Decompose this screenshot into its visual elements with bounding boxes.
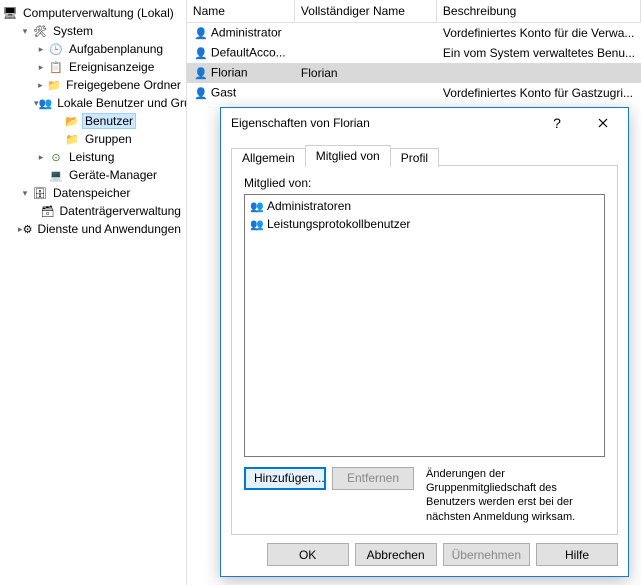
tab-profile[interactable]: Profil	[390, 148, 439, 167]
cell-full	[295, 92, 437, 94]
tree-label: Dienste und Anwendungen	[34, 221, 183, 237]
column-header-fullname[interactable]: Vollständiger Name	[295, 0, 437, 22]
tab-general[interactable]: Allgemein	[231, 148, 306, 167]
tree-local-users-groups[interactable]: ▾ Lokale Benutzer und Gruppen	[2, 94, 184, 112]
tree-services-apps[interactable]: ▸ Dienste und Anwendungen	[2, 220, 184, 238]
dialog-titlebar[interactable]: Eigenschaften von Florian ?	[221, 108, 628, 138]
cell-name: DefaultAcco...	[211, 46, 286, 60]
users-icon	[39, 95, 53, 111]
member-item[interactable]: Administratoren	[247, 197, 602, 215]
apply-button[interactable]: Übernehmen	[443, 543, 530, 566]
tree-label: Leistung	[66, 149, 117, 165]
tree-storage[interactable]: ▾ Datenspeicher	[2, 184, 184, 202]
member-name: Leistungsprotokollbenutzer	[267, 217, 410, 231]
tree-label: Ereignisanzeige	[66, 59, 157, 75]
list-row[interactable]: DefaultAcco... Ein vom System verwaltete…	[187, 43, 641, 63]
membership-note: Änderungen der Gruppenmitgliedschaft des…	[420, 467, 605, 524]
cell-full: Florian	[295, 65, 437, 81]
tab-member-of[interactable]: Mitglied von	[305, 145, 391, 166]
user-icon	[193, 85, 209, 101]
tree-label: Freigegebene Ordner	[63, 77, 184, 93]
cell-name: Administrator	[211, 26, 282, 40]
event-icon	[48, 59, 64, 75]
remove-button[interactable]: Entfernen	[332, 467, 414, 490]
tree-label: Computerverwaltung (Lokal)	[20, 5, 177, 21]
list-row[interactable]: Administrator Vordefiniertes Konto für d…	[187, 23, 641, 43]
cell-full	[295, 52, 437, 54]
shared-folder-icon	[47, 77, 61, 93]
collapse-icon[interactable]: ▾	[18, 188, 32, 199]
cell-desc: Vordefiniertes Konto für Gastzugri...	[437, 85, 641, 101]
list-header: Name Vollständiger Name Beschreibung	[187, 0, 641, 23]
cell-desc: Vordefiniertes Konto für die Verwa...	[437, 25, 641, 41]
cell-full	[295, 32, 437, 34]
cell-name: Florian	[211, 66, 248, 80]
properties-dialog: Eigenschaften von Florian ? Allgemein Mi…	[220, 107, 629, 577]
user-icon	[193, 65, 209, 81]
folder-icon	[64, 131, 80, 147]
dialog-tabs: Allgemein Mitglied von Profil	[231, 144, 618, 165]
tree-label: System	[50, 23, 96, 39]
dialog-title-text: Eigenschaften von Florian	[231, 116, 534, 130]
tree-label: Lokale Benutzer und Gruppen	[54, 95, 187, 111]
tree-label: Benutzer	[82, 113, 136, 129]
expand-icon[interactable]: ▸	[34, 62, 48, 73]
tree-label: Aufgabenplanung	[66, 41, 166, 57]
help-button[interactable]: ?	[534, 108, 580, 138]
group-icon	[249, 216, 265, 232]
list-row[interactable]: Gast Vordefiniertes Konto für Gastzugri.…	[187, 83, 641, 103]
folder-open-icon	[64, 113, 80, 129]
tools-icon	[32, 23, 48, 39]
ok-button[interactable]: OK	[267, 543, 349, 566]
disk-icon	[41, 203, 55, 219]
tree-label: Geräte-Manager	[66, 167, 160, 183]
tree-groups[interactable]: Gruppen	[2, 130, 184, 148]
navigation-tree: Computerverwaltung (Lokal) ▾ System ▸ Au…	[0, 0, 187, 585]
cell-name: Gast	[211, 86, 236, 100]
tree-users[interactable]: Benutzer	[2, 112, 184, 130]
cancel-button[interactable]: Abbrechen	[355, 543, 437, 566]
performance-icon	[48, 149, 64, 165]
tree-label: Gruppen	[82, 131, 135, 147]
tree-disk-management[interactable]: Datenträgerverwaltung	[2, 202, 184, 220]
tree-root[interactable]: Computerverwaltung (Lokal)	[2, 4, 184, 22]
help-button-footer[interactable]: Hilfe	[536, 543, 618, 566]
expand-icon[interactable]: ▸	[34, 44, 48, 55]
tree-label: Datenspeicher	[50, 185, 133, 201]
user-icon	[193, 45, 209, 61]
user-icon	[193, 25, 209, 41]
storage-icon	[32, 185, 48, 201]
tree-system[interactable]: ▾ System	[2, 22, 184, 40]
column-header-name[interactable]: Name	[187, 0, 295, 22]
services-icon	[23, 221, 33, 237]
list-row[interactable]: Florian Florian	[187, 63, 641, 83]
expand-icon[interactable]: ▸	[34, 152, 48, 163]
cell-desc: Ein vom System verwaltetes Benu...	[437, 45, 641, 61]
member-name: Administratoren	[267, 199, 351, 213]
collapse-icon[interactable]: ▾	[18, 26, 32, 37]
tree-device-manager[interactable]: Geräte-Manager	[2, 166, 184, 184]
add-button[interactable]: Hinzufügen...	[244, 467, 326, 490]
tree-event-viewer[interactable]: ▸ Ereignisanzeige	[2, 58, 184, 76]
member-item[interactable]: Leistungsprotokollbenutzer	[247, 215, 602, 233]
tree-task-scheduler[interactable]: ▸ Aufgabenplanung	[2, 40, 184, 58]
dialog-footer: OK Abbrechen Übernehmen Hilfe	[221, 535, 628, 576]
device-manager-icon	[48, 167, 64, 183]
cell-desc	[437, 72, 641, 74]
tree-label: Datenträgerverwaltung	[57, 203, 184, 219]
tree-shared-folders[interactable]: ▸ Freigegebene Ordner	[2, 76, 184, 94]
expand-icon[interactable]: ▸	[34, 80, 47, 91]
member-of-label: Mitglied von:	[244, 176, 605, 190]
tree-performance[interactable]: ▸ Leistung	[2, 148, 184, 166]
tab-panel-member-of: Mitglied von: Administratoren Leistungsp…	[231, 165, 618, 535]
close-button[interactable]	[580, 108, 626, 138]
close-icon	[598, 118, 608, 128]
member-list[interactable]: Administratoren Leistungsprotokollbenutz…	[244, 194, 605, 457]
computer-icon	[2, 5, 18, 21]
column-header-description[interactable]: Beschreibung	[437, 0, 641, 22]
group-icon	[249, 198, 265, 214]
clock-icon	[48, 41, 64, 57]
